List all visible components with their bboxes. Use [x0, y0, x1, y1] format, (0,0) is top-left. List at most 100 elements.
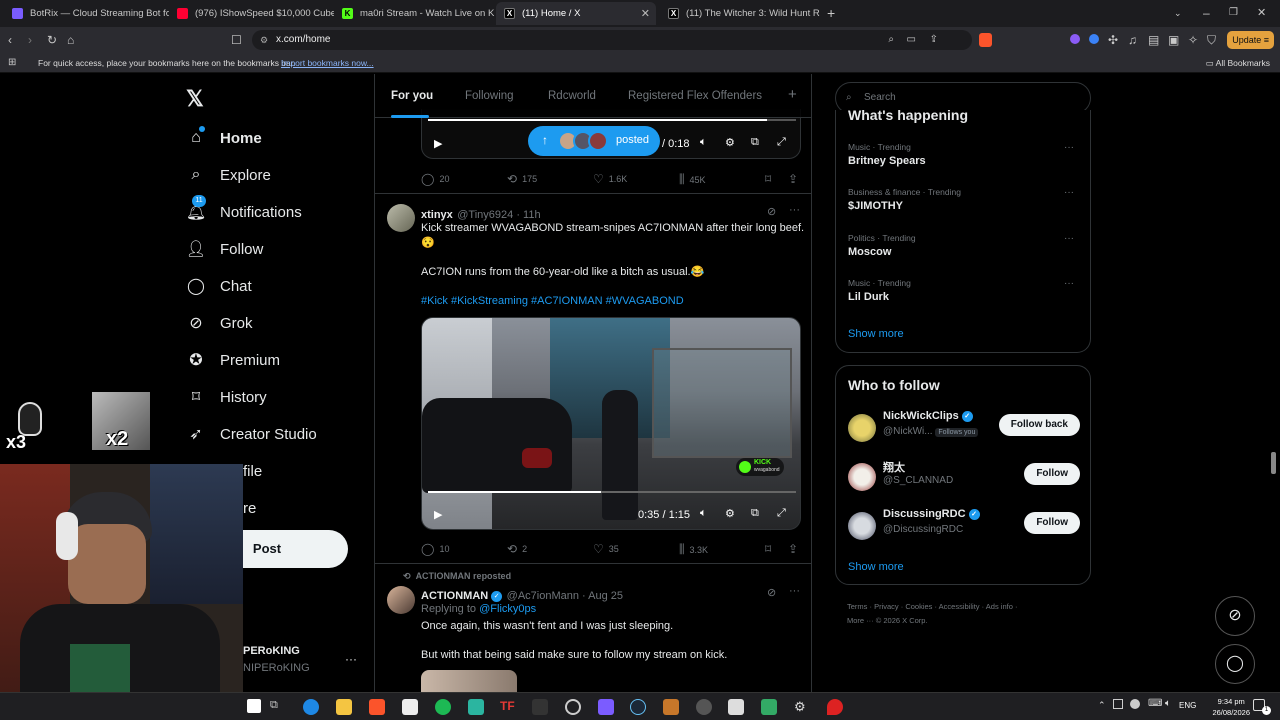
reload-icon[interactable]: ↻: [47, 33, 57, 47]
follow-suggestion[interactable]: NickWickClips ✓ @NickWi... Follows you Fo…: [848, 410, 1080, 450]
hashtags[interactable]: #Kick #KickStreaming #AC7IONMAN #WVAGABO…: [421, 294, 684, 309]
nav-home[interactable]: ⌂ Home: [186, 126, 262, 150]
cast-icon[interactable]: ▭: [907, 30, 916, 50]
share-icon[interactable]: ⇪: [930, 30, 938, 50]
tab-following[interactable]: Following: [465, 90, 514, 102]
nav-more[interactable]: re: [243, 496, 256, 520]
replying-handle[interactable]: @Flicky0ps: [479, 603, 536, 615]
close-tab-icon[interactable]: ✕: [641, 7, 650, 20]
network-icon[interactable]: ⌨: [1148, 698, 1162, 709]
extension-icon[interactable]: [1070, 34, 1080, 44]
follow-button[interactable]: Follow: [1024, 463, 1080, 485]
share-tweet-button[interactable]: ⇪: [788, 542, 803, 556]
vpn-shield-icon[interactable]: ⛉: [1207, 33, 1216, 47]
map-pin-icon[interactable]: [827, 699, 843, 715]
share-tweet-button[interactable]: ⇪: [788, 172, 803, 186]
browser-tab[interactable]: X (11) The Witcher 3: Wild Hunt Remas: [660, 2, 820, 25]
app-icon[interactable]: [696, 699, 712, 715]
epic-icon[interactable]: [532, 699, 548, 715]
folder-icon[interactable]: [336, 699, 352, 715]
bookmark-page-icon[interactable]: ☐: [231, 33, 242, 47]
spotify-icon[interactable]: [435, 699, 451, 715]
edge-icon[interactable]: [303, 699, 319, 715]
nav-chat[interactable]: ◯ Chat: [186, 274, 252, 298]
trend-more-icon[interactable]: ···: [1064, 233, 1074, 244]
brave-icon[interactable]: [369, 699, 385, 715]
music-icon[interactable]: ♫: [1128, 33, 1137, 47]
nav-notifications[interactable]: 🔔︎ Notifications 11: [186, 195, 302, 224]
settings-icon[interactable]: ⚙: [725, 507, 735, 520]
sidebar-icon[interactable]: ▤: [1148, 33, 1159, 47]
browser-tab[interactable]: BotRix — Cloud Streaming Bot for Tw: [4, 2, 169, 25]
xbox-icon[interactable]: [565, 699, 581, 715]
wallet-icon[interactable]: ▣: [1168, 33, 1179, 47]
trend-more-icon[interactable]: ···: [1064, 142, 1074, 153]
app-icon[interactable]: [728, 699, 744, 715]
forward-icon[interactable]: ›: [28, 33, 32, 47]
play-icon[interactable]: ▶: [434, 508, 442, 521]
back-icon[interactable]: ‹: [8, 33, 12, 47]
tray-chevron-icon[interactable]: ⌃: [1098, 700, 1106, 711]
trend-item[interactable]: Business & finance · Trending $JIMOTHY ·…: [848, 187, 1080, 212]
import-bookmarks-link[interactable]: Import bookmarks now...: [281, 58, 374, 68]
bookmark-tweet-button[interactable]: ⌑: [765, 542, 776, 556]
settings-icon[interactable]: ⚙: [725, 136, 735, 149]
trend-item[interactable]: Music · Trending Britney Spears ···: [848, 142, 1080, 167]
x-logo-icon[interactable]: 𝕏: [186, 86, 204, 112]
app-icon[interactable]: [761, 699, 777, 715]
extensions-puzzle-icon[interactable]: ✣: [1108, 33, 1118, 47]
video-progress-track[interactable]: [428, 491, 796, 493]
follow-button[interactable]: Follow: [1024, 512, 1080, 534]
update-button[interactable]: Update ≡: [1227, 31, 1274, 49]
repost-button[interactable]: ⟲ 2: [507, 542, 527, 556]
home-browser-icon[interactable]: ⌂: [67, 33, 74, 47]
pip-icon[interactable]: ⧉: [751, 507, 759, 520]
browser-tab[interactable]: K ma0ri Stream - Watch Live on Kick: [334, 2, 494, 25]
account-menu-icon[interactable]: ···: [345, 652, 357, 666]
trend-more-icon[interactable]: ···: [1064, 187, 1074, 198]
game-icon[interactable]: [663, 699, 679, 715]
trend-more-icon[interactable]: ···: [1064, 278, 1074, 289]
messages-float-button[interactable]: ◯: [1215, 644, 1255, 684]
avatar[interactable]: [387, 586, 415, 614]
browser-tab-active[interactable]: X (11) Home / X ✕: [496, 2, 656, 25]
task-view-icon[interactable]: ⧉: [270, 699, 286, 715]
new-tab-button[interactable]: +: [827, 6, 835, 20]
store-icon[interactable]: [402, 699, 418, 715]
nav-history[interactable]: ⌑ History: [186, 385, 267, 409]
video-progress-track[interactable]: [428, 119, 796, 121]
discord-icon[interactable]: [598, 699, 614, 715]
nav-creator-studio[interactable]: ➶ Creator Studio: [186, 422, 316, 446]
nav-profile[interactable]: file: [243, 459, 262, 483]
footer-links[interactable]: Terms · Privacy · Cookies · Accessibilit…: [847, 602, 1017, 611]
add-tab-button[interactable]: +: [788, 86, 797, 103]
grok-icon[interactable]: ⊘: [767, 205, 776, 218]
tab-rdcworld[interactable]: Rdcworld: [548, 90, 596, 102]
avatar[interactable]: [387, 204, 415, 232]
views-button[interactable]: ⫼ 45K: [679, 172, 706, 187]
extension-icon[interactable]: [1089, 34, 1099, 44]
steam-icon[interactable]: [630, 699, 646, 715]
scrollbar-thumb[interactable]: [1271, 452, 1276, 474]
nav-explore[interactable]: ⌕ Explore: [186, 163, 271, 187]
search-taskbar-icon[interactable]: [247, 699, 261, 713]
tab-search-icon[interactable]: ⌄: [1174, 6, 1182, 20]
bookmark-tweet-button[interactable]: ⌑: [765, 172, 776, 186]
clock[interactable]: 9:34 pm 26/08/2026: [1212, 696, 1250, 718]
tab-for-you[interactable]: For you: [391, 90, 433, 102]
volume-icon[interactable]: 🔈︎: [1165, 698, 1171, 709]
close-window-icon[interactable]: ✕: [1257, 6, 1266, 20]
footer-links[interactable]: More ··· © 2026 X Corp.: [847, 616, 928, 625]
trend-item[interactable]: Music · Trending Lil Durk ···: [848, 278, 1080, 303]
volume-icon[interactable]: 🔈︎: [700, 507, 707, 520]
show-more-suggestions[interactable]: Show more: [848, 561, 904, 573]
settings-icon[interactable]: ⚙: [794, 699, 810, 715]
site-info-icon[interactable]: ⚙: [260, 30, 268, 50]
reply-button[interactable]: ◯ 20: [421, 172, 449, 186]
app-icon[interactable]: [468, 699, 484, 715]
language-indicator[interactable]: ENG: [1179, 701, 1196, 710]
nav-premium[interactable]: ✪ Premium: [186, 348, 280, 372]
pip-icon[interactable]: ⧉: [751, 136, 759, 149]
author-name[interactable]: xtinyx: [421, 209, 453, 221]
trend-item[interactable]: Politics · Trending Moscow ···: [848, 233, 1080, 258]
